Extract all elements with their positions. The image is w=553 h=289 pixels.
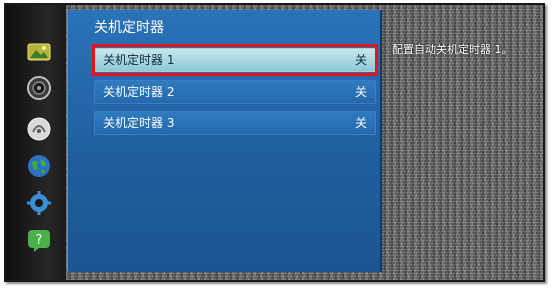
broadcast-icon[interactable]: [26, 116, 52, 142]
tv-screen: ? 关机定时器 关机定时器 1 关 关机定时器 2 关 关机定时器 3 关 配置…: [4, 3, 545, 282]
menu-item-label: 关机定时器 2: [103, 85, 175, 99]
help-text: 配置自动关机定时器 1。: [392, 43, 513, 56]
menu-item-value: 关: [354, 85, 367, 99]
settings-sidebar: ?: [6, 5, 66, 280]
network-icon[interactable]: [26, 153, 52, 179]
picture-icon[interactable]: [26, 39, 52, 65]
support-help-icon[interactable]: ?: [26, 227, 52, 253]
menu-item-label: 关机定时器 3: [103, 116, 175, 130]
menu-item-timer-2[interactable]: 关机定时器 2 关: [94, 80, 376, 104]
sound-icon[interactable]: [26, 75, 52, 101]
selection-highlight-box: [92, 44, 378, 76]
panel-title: 关机定时器: [94, 20, 164, 36]
menu-item-value: 关: [354, 116, 367, 130]
svg-text:?: ?: [36, 233, 43, 248]
system-gear-icon[interactable]: [26, 190, 52, 216]
menu-item-timer-3[interactable]: 关机定时器 3 关: [94, 111, 376, 135]
